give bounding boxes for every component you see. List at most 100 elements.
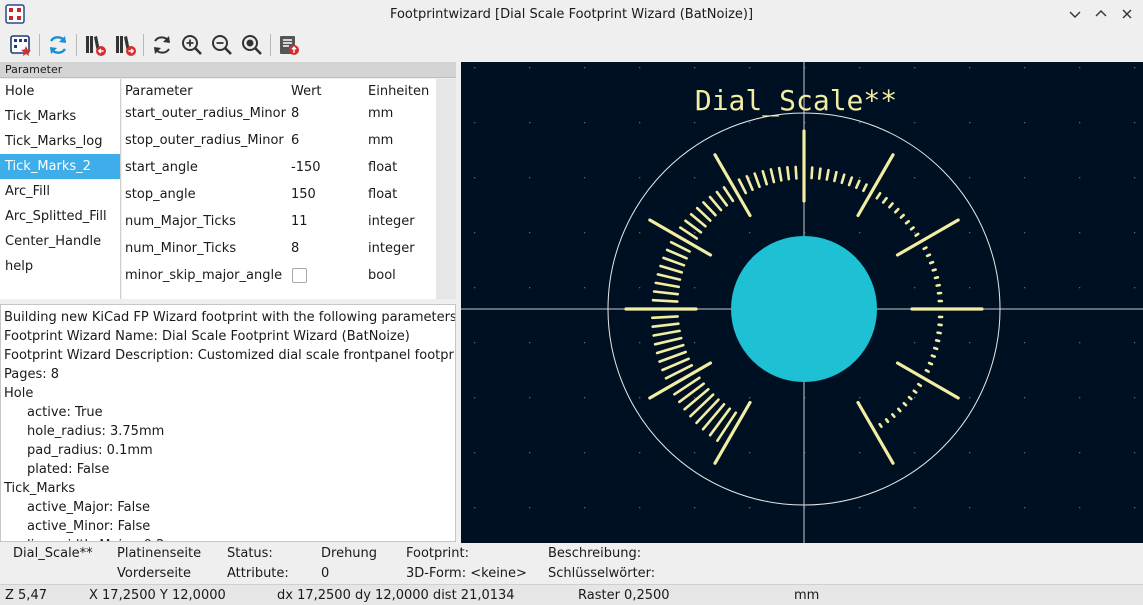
param-value-cell[interactable] bbox=[290, 268, 368, 283]
minor-tick bbox=[888, 202, 894, 209]
page-item-arc-fill[interactable]: Arc_Fill bbox=[0, 179, 120, 204]
param-value-cell[interactable]: 8 bbox=[290, 241, 368, 256]
page-item-center-handle[interactable]: Center_Handle bbox=[0, 229, 120, 254]
major-tick bbox=[713, 400, 752, 465]
grid-dot bbox=[969, 342, 971, 344]
param-value-cell[interactable]: 11 bbox=[290, 214, 368, 229]
param-value-cell[interactable]: -150 bbox=[290, 160, 368, 175]
footprint-preview-svg: Dial_Scale** bbox=[461, 62, 1143, 543]
grid-dot bbox=[1024, 287, 1026, 289]
grid-dot bbox=[474, 67, 476, 69]
log-line: Hole bbox=[4, 386, 34, 401]
previous-page-icon[interactable] bbox=[80, 31, 110, 59]
minor-tick bbox=[654, 281, 680, 289]
grid-dot bbox=[1024, 397, 1026, 399]
relative-position-readout: dx 17,2500 dy 12,0000 dist 21,0134 bbox=[277, 588, 515, 603]
maximize-icon[interactable] bbox=[1091, 4, 1111, 24]
zoom-in-icon[interactable] bbox=[177, 31, 207, 59]
log-line: hole_radius: 3.75mm bbox=[27, 424, 165, 439]
minor-tick bbox=[786, 166, 791, 181]
grid-dot bbox=[1134, 287, 1136, 289]
grid-dot bbox=[749, 452, 751, 454]
page-item-help[interactable]: help bbox=[0, 254, 120, 279]
keywords-label: Schlüsselwörter: bbox=[548, 566, 656, 581]
param-name: stop_outer_radius_Minor bbox=[125, 133, 284, 148]
minor-tick bbox=[761, 170, 769, 186]
minor-tick bbox=[875, 192, 882, 200]
column-header-unit[interactable]: Einheiten bbox=[368, 84, 436, 99]
major-tick bbox=[895, 218, 960, 257]
minor-tick bbox=[881, 196, 888, 204]
minor-tick bbox=[651, 322, 680, 329]
minor-tick bbox=[936, 331, 942, 335]
grid-size-readout: Raster 0,2500 bbox=[578, 588, 670, 603]
select-wizard-icon[interactable] bbox=[6, 31, 36, 59]
minor-tick bbox=[935, 283, 941, 287]
table-row: num_Minor_Ticks 8 integer bbox=[122, 235, 436, 262]
table-row: start_outer_radius_Minor 8 mm bbox=[122, 100, 436, 127]
page-item-tick-marks-log[interactable]: Tick_Marks_log bbox=[0, 129, 120, 154]
page-item-hole[interactable]: Hole bbox=[0, 79, 120, 104]
close-icon[interactable] bbox=[1117, 4, 1137, 24]
column-header-parameter[interactable]: Parameter bbox=[122, 84, 290, 99]
minor-tick bbox=[909, 226, 915, 231]
grid-dot bbox=[914, 177, 916, 179]
minor-tick bbox=[689, 393, 715, 418]
minor-skip-major-angle-checkbox[interactable] bbox=[292, 268, 307, 283]
table-row: stop_outer_radius_Minor 6 mm bbox=[122, 127, 436, 154]
grid-scrollbar[interactable] bbox=[436, 79, 456, 299]
minor-tick bbox=[933, 276, 940, 280]
grid-dot bbox=[1079, 342, 1081, 344]
zoom-fit-icon[interactable] bbox=[237, 31, 267, 59]
major-tick bbox=[713, 153, 752, 218]
grid-dot bbox=[529, 232, 531, 234]
page-item-tick-marks-2[interactable]: Tick_Marks_2 bbox=[0, 154, 120, 179]
grid-dot bbox=[1024, 122, 1026, 124]
grid-dot bbox=[694, 122, 696, 124]
redraw-icon[interactable] bbox=[147, 31, 177, 59]
minor-tick bbox=[927, 361, 934, 366]
param-value-cell[interactable]: 150 bbox=[290, 187, 368, 202]
grid-dot bbox=[639, 67, 641, 69]
column-header-value[interactable]: Wert bbox=[290, 84, 368, 99]
grid-dot bbox=[1134, 452, 1136, 454]
next-page-icon[interactable] bbox=[110, 31, 140, 59]
footprint-preview-canvas[interactable]: Dial_Scale** bbox=[461, 62, 1143, 543]
grid-dot bbox=[749, 397, 751, 399]
grid-dot bbox=[584, 452, 586, 454]
reset-parameters-icon[interactable] bbox=[43, 31, 73, 59]
minor-tick bbox=[916, 382, 923, 388]
grid-dot bbox=[474, 287, 476, 289]
footprint-app-icon bbox=[5, 4, 25, 24]
param-value-cell[interactable]: 8 bbox=[290, 106, 368, 121]
minor-tick bbox=[854, 179, 861, 189]
log-line: Footprint Wizard Name: Dial Scale Footpr… bbox=[4, 329, 410, 344]
grid-dot bbox=[969, 122, 971, 124]
rotation-label: Drehung bbox=[321, 546, 378, 561]
minor-tick bbox=[922, 246, 928, 251]
minor-tick bbox=[684, 219, 703, 234]
minor-tick bbox=[716, 411, 738, 443]
export-footprint-icon[interactable] bbox=[274, 31, 304, 59]
minor-tick bbox=[907, 395, 913, 401]
minor-tick bbox=[683, 387, 710, 411]
grid-dot bbox=[694, 287, 696, 289]
grid-dot bbox=[969, 232, 971, 234]
grid-dot bbox=[639, 232, 641, 234]
minimize-icon[interactable] bbox=[1065, 4, 1085, 24]
grid-dot bbox=[1024, 452, 1026, 454]
grid-dot bbox=[1134, 397, 1136, 399]
page-item-tick-marks[interactable]: Tick_Marks bbox=[0, 104, 120, 129]
minor-tick bbox=[924, 368, 930, 373]
main-toolbar bbox=[0, 29, 1143, 61]
minor-tick bbox=[862, 183, 868, 193]
param-value-cell[interactable]: 6 bbox=[290, 133, 368, 148]
page-item-arc-splitted-fill[interactable]: Arc_Splitted_Fill bbox=[0, 204, 120, 229]
param-name: start_angle bbox=[125, 160, 198, 175]
wizard-messages-log[interactable]: Building new KiCad FP Wizard footprint w… bbox=[0, 304, 456, 542]
minor-tick bbox=[651, 298, 679, 303]
param-unit: mm bbox=[368, 133, 394, 148]
zoom-out-icon[interactable] bbox=[207, 31, 237, 59]
rotation-value: 0 bbox=[321, 566, 330, 581]
grid-dot bbox=[914, 342, 916, 344]
